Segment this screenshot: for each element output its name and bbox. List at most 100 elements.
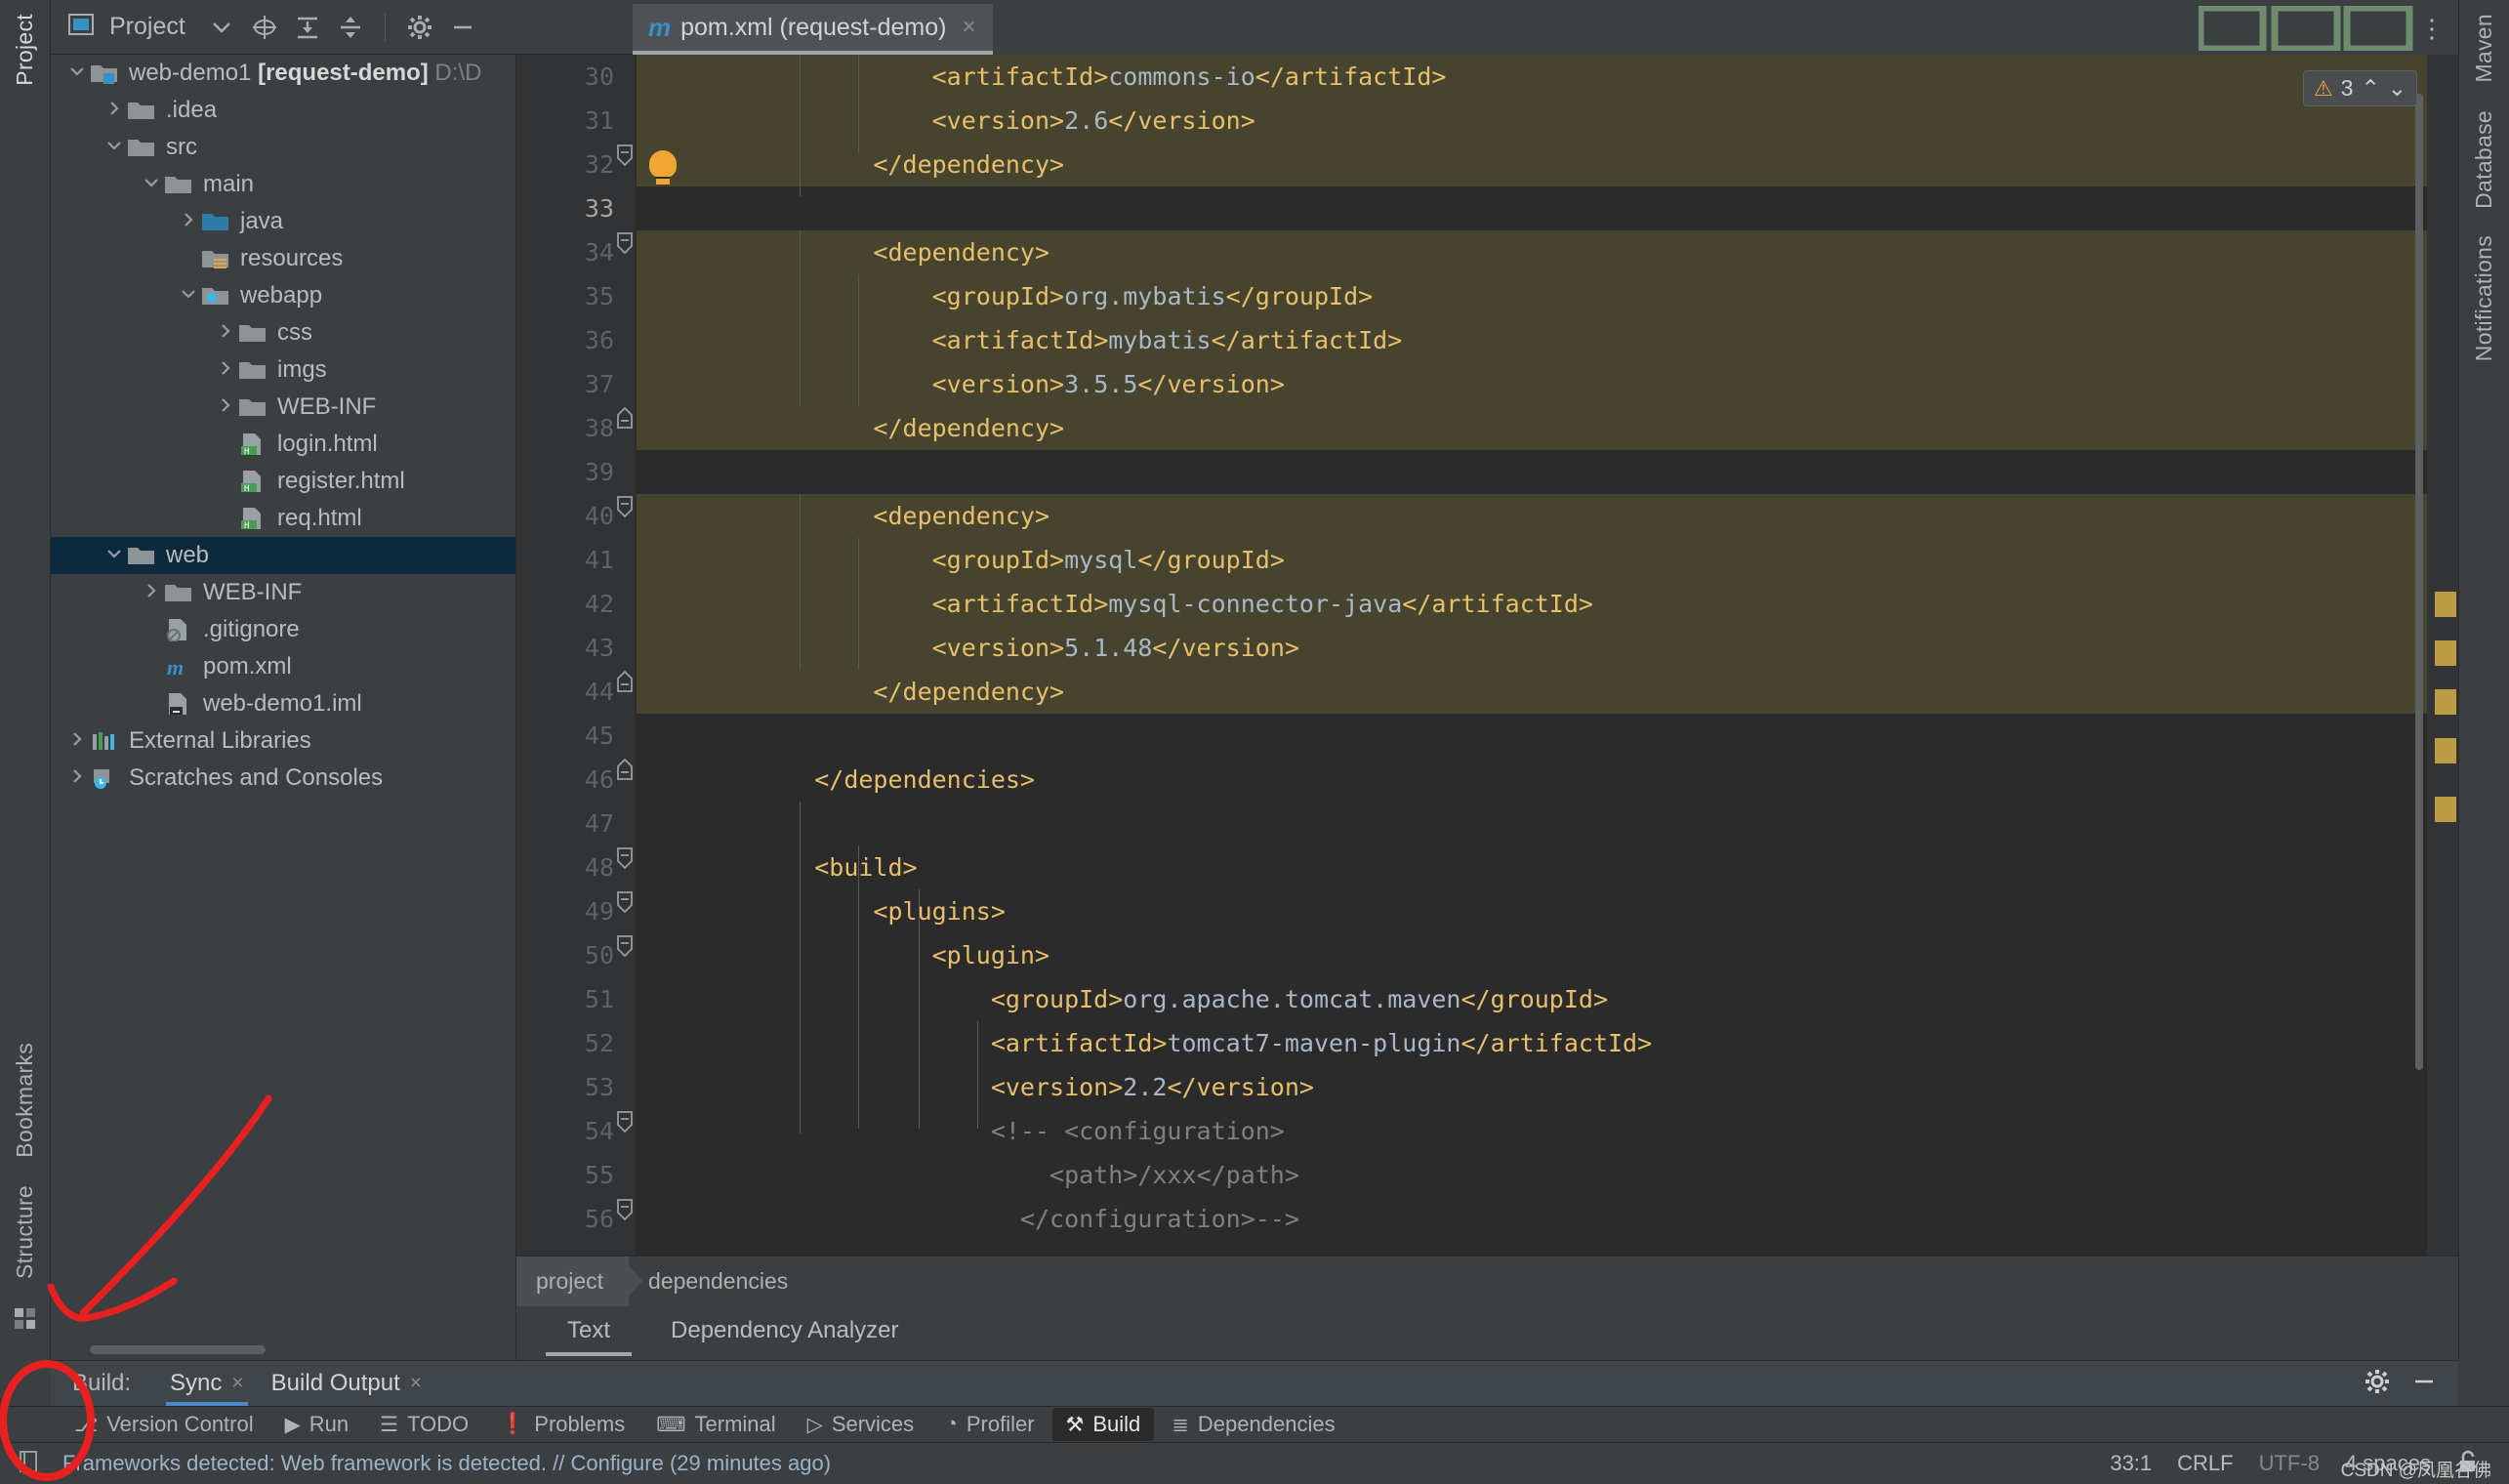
code-line[interactable]: 48 <build> (516, 845, 2458, 889)
caret-position[interactable]: 33:1 (2110, 1451, 2152, 1476)
code-line[interactable]: 38 </dependency> (516, 406, 2458, 450)
chevron-right-icon[interactable] (102, 100, 127, 122)
code-line[interactable]: 33 (516, 186, 2458, 230)
tab-dependency-analyzer[interactable]: Dependency Analyzer (649, 1309, 920, 1356)
intention-bulb-icon[interactable] (649, 150, 677, 185)
tool-tab-structure[interactable]: Structure (12, 1172, 38, 1293)
bottom-tab-run[interactable]: ▶ Run (271, 1408, 363, 1441)
tree-item-web-inf[interactable]: WEB-INF (51, 574, 515, 611)
code-line[interactable]: 30 <artifactId>commons-io</artifactId> (516, 55, 2458, 99)
tree-item-web-inf[interactable]: WEB-INF (51, 389, 515, 426)
chevron-down-icon[interactable] (203, 9, 240, 46)
tree-item-web-demo1[interactable]: web-demo1 [request-demo] D:\D (51, 55, 515, 92)
tool-tab-maven[interactable]: Maven (2471, 0, 2497, 97)
code-line[interactable]: 54 <!-- <configuration> (516, 1109, 2458, 1153)
tree-item-web[interactable]: web (51, 537, 515, 574)
code-line[interactable]: 43 <version>5.1.48</version> (516, 626, 2458, 670)
chevron-down-icon[interactable] (139, 174, 164, 196)
tool-tab-project[interactable]: Project (12, 0, 38, 100)
close-icon[interactable]: × (962, 14, 975, 41)
chevron-right-icon[interactable] (213, 359, 238, 382)
status-message[interactable]: Frameworks detected: Web framework is de… (62, 1451, 831, 1476)
code-line[interactable]: 51 <groupId>org.apache.tomcat.maven</gro… (516, 977, 2458, 1021)
code-line[interactable]: 41 <groupId>mysql</groupId> (516, 538, 2458, 582)
code-line[interactable]: 49 <plugins> (516, 889, 2458, 933)
bottom-tab-version-control[interactable]: ⎇ Version Control (61, 1408, 267, 1441)
code-line[interactable]: 53 <version>2.2</version> (516, 1065, 2458, 1109)
project-tree[interactable]: web-demo1 [request-demo] D:\D .idea src mai… (51, 55, 516, 1360)
settings-gear-icon[interactable] (401, 9, 438, 46)
tree-item-idea[interactable]: .idea (51, 92, 515, 129)
code-line[interactable]: 56 </configuration>--> (516, 1197, 2458, 1241)
fold-collapse-icon[interactable] (614, 845, 636, 871)
chevron-down-icon[interactable] (102, 137, 127, 159)
chevron-down-icon[interactable] (176, 285, 201, 308)
gear-icon[interactable] (2365, 1369, 2390, 1399)
error-stripe[interactable] (2427, 55, 2458, 1256)
code-line[interactable]: 40 <dependency> (516, 494, 2458, 538)
tool-tab-notifications[interactable]: Notifications (2471, 222, 2497, 375)
stripe-mark[interactable] (2435, 797, 2456, 822)
code-line[interactable]: 47 (516, 802, 2458, 845)
bottom-tab-services[interactable]: ▷ Services (794, 1408, 928, 1441)
chevron-right-icon[interactable] (213, 396, 238, 419)
stripe-mark[interactable] (2435, 592, 2456, 617)
tree-item-scratches-and-consoles[interactable]: Scratches and Consoles (51, 760, 515, 797)
prev-problem-icon[interactable]: ⌃ (2361, 75, 2379, 102)
fold-collapse-icon[interactable] (614, 889, 636, 915)
chevron-right-icon[interactable] (176, 211, 201, 233)
expand-all-icon[interactable] (289, 9, 326, 46)
chevron-down-icon[interactable] (102, 545, 127, 567)
bottom-tab-dependencies[interactable]: ≣ Dependencies (1158, 1408, 1348, 1441)
breadcrumb-item-project[interactable]: project (516, 1256, 643, 1306)
tree-item-css[interactable]: css (51, 314, 515, 351)
fold-end-icon[interactable] (614, 758, 636, 783)
code-area[interactable]: 30 <artifactId>commons-io</artifactId> 31… (516, 55, 2458, 1256)
bottom-tab-terminal[interactable]: ⌨ Terminal (642, 1408, 789, 1441)
code-line[interactable]: 45 (516, 714, 2458, 758)
bottom-tab-build[interactable]: ⚒ Build (1051, 1408, 1155, 1441)
code-line[interactable]: 46 </dependencies> (516, 758, 2458, 802)
tree-item-imgs[interactable]: imgs (51, 351, 515, 389)
code-line[interactable]: 37 <version>3.5.5</version> (516, 362, 2458, 406)
build-tab-build-output[interactable]: Build Output × (258, 1361, 435, 1407)
line-separator[interactable]: CRLF (2177, 1451, 2233, 1476)
fold-collapse-icon[interactable] (614, 494, 636, 519)
tree-item-external-libraries[interactable]: External Libraries (51, 722, 515, 760)
tree-item-resources[interactable]: resources (51, 240, 515, 277)
fold-collapse-icon[interactable] (614, 143, 636, 168)
code-line[interactable]: 36 <artifactId>mybatis</artifactId> (516, 318, 2458, 362)
tree-item-login-html[interactable]: Hlogin.html (51, 426, 515, 463)
code-line[interactable]: 32 </dependency> (516, 143, 2458, 186)
breadcrumb-item-dependencies[interactable]: dependencies (629, 1257, 828, 1306)
close-icon[interactable]: × (231, 1372, 243, 1395)
tree-item-pom-xml[interactable]: m pom.xml (51, 648, 515, 685)
bottom-tab-problems[interactable]: ❗ Problems (486, 1408, 638, 1441)
code-line[interactable]: 39 (516, 450, 2458, 494)
minimize-icon[interactable] (2411, 1369, 2437, 1399)
chevron-right-icon[interactable] (64, 767, 90, 790)
bottom-tab-profiler[interactable]: ◔ Profiler (931, 1408, 1048, 1441)
inspection-widget[interactable]: ⚠ 3 ⌃ ⌄ (2302, 70, 2417, 106)
code-line[interactable]: 34 <dependency> (516, 230, 2458, 274)
tree-item-register-html[interactable]: Hregister.html (51, 463, 515, 500)
fold-end-icon[interactable] (614, 670, 636, 695)
stripe-mark[interactable] (2435, 738, 2456, 763)
code-line[interactable]: 55 <path>/xxx</path> (516, 1153, 2458, 1197)
layout-squares-icon[interactable] (14, 1308, 36, 1335)
chevron-right-icon[interactable] (64, 730, 90, 753)
code-line[interactable]: 52 <artifactId>tomcat7-maven-plugin</art… (516, 1021, 2458, 1065)
close-icon[interactable]: × (410, 1372, 422, 1395)
tree-item-req-html[interactable]: Hreq.html (51, 500, 515, 537)
editor-tab-pom-xml[interactable]: m pom.xml (request-demo) × (633, 4, 994, 55)
tree-item-main[interactable]: main (51, 166, 515, 203)
tree-item-java[interactable]: java (51, 203, 515, 240)
code-line[interactable]: 44 </dependency> (516, 670, 2458, 714)
notification-icon[interactable] (16, 1449, 41, 1479)
bottom-tab-todo[interactable]: ☰ TODO (366, 1408, 482, 1441)
tree-item-gitignore[interactable]: .gitignore (51, 611, 515, 648)
fold-collapse-icon[interactable] (614, 933, 636, 959)
fold-collapse-icon[interactable] (614, 1197, 636, 1222)
code-line[interactable]: 35 <groupId>org.mybatis</groupId> (516, 274, 2458, 318)
code-line[interactable]: 31 <version>2.6</version> (516, 99, 2458, 143)
